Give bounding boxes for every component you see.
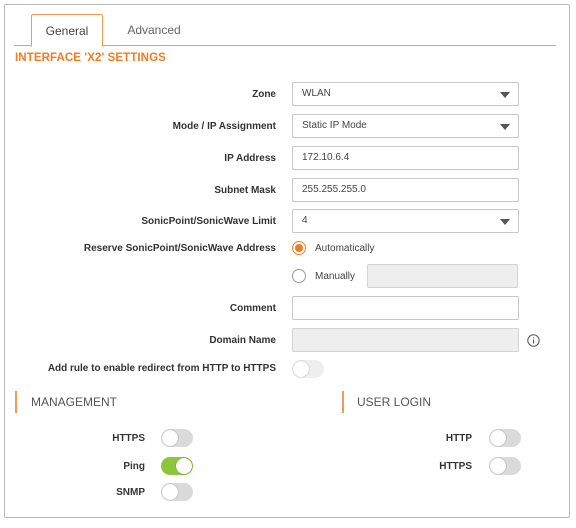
radio-manually-label: Manually: [315, 271, 356, 282]
info-icon[interactable]: [527, 334, 540, 347]
toggle-knob: [490, 458, 506, 474]
toggle-knob: [176, 458, 192, 474]
radio-automatically-label: Automatically: [315, 243, 375, 254]
zone-label: Zone: [252, 89, 276, 100]
limit-value: 4: [302, 215, 308, 226]
user-login-title: USER LOGIN: [357, 395, 432, 409]
mode-label: Mode / IP Assignment: [172, 121, 276, 132]
zone-value: WLAN: [302, 88, 331, 99]
management-ping-label: Ping: [123, 461, 145, 472]
management-snmp-label: SNMP: [116, 487, 145, 498]
comment-label: Comment: [229, 303, 276, 314]
mode-select[interactable]: Static IP Mode: [292, 114, 519, 138]
limit-label: SonicPoint/SonicWave Limit: [141, 216, 276, 227]
subnet-label: Subnet Mask: [214, 185, 276, 196]
reserve-label: Reserve SonicPoint/SonicWave Address: [83, 243, 276, 254]
user-login-accent: [342, 391, 344, 413]
toggle-knob: [162, 484, 178, 500]
zone-select[interactable]: WLAN: [292, 82, 519, 106]
chevron-down-icon: [500, 92, 510, 98]
management-snmp-toggle[interactable]: [161, 483, 193, 501]
management-https-toggle[interactable]: [161, 429, 193, 447]
user-login-https-toggle[interactable]: [489, 457, 521, 475]
comment-field[interactable]: [292, 296, 519, 320]
management-accent: [15, 391, 17, 413]
user-login-http-toggle[interactable]: [489, 429, 521, 447]
redirect-toggle[interactable]: [292, 360, 324, 378]
chevron-down-icon: [500, 124, 510, 130]
tab-advanced[interactable]: Advanced: [111, 14, 197, 46]
user-login-http-label: HTTP: [445, 433, 472, 444]
toggle-knob: [293, 361, 309, 377]
section-title: INTERFACE 'X2' SETTINGS: [15, 52, 166, 64]
domain-label: Domain Name: [209, 335, 276, 346]
mode-value: Static IP Mode: [302, 120, 367, 131]
subnet-mask-field[interactable]: 255.255.255.0: [292, 178, 519, 202]
management-title: MANAGEMENT: [31, 395, 118, 409]
tab-general[interactable]: General: [31, 14, 103, 47]
domain-name-field[interactable]: [292, 328, 519, 352]
manual-address-field[interactable]: [367, 264, 518, 288]
management-https-label: HTTPS: [112, 433, 145, 444]
ip-address-field[interactable]: 172.10.6.4: [292, 146, 519, 170]
limit-select[interactable]: 4: [292, 209, 519, 233]
management-ping-toggle[interactable]: [161, 457, 193, 475]
user-login-https-label: HTTPS: [439, 461, 472, 472]
redirect-label: Add rule to enable redirect from HTTP to…: [47, 363, 276, 374]
ip-label: IP Address: [224, 153, 276, 164]
toggle-knob: [490, 430, 506, 446]
radio-automatically[interactable]: [292, 241, 306, 255]
radio-manually[interactable]: [292, 269, 306, 283]
chevron-down-icon: [500, 219, 510, 225]
toggle-knob: [162, 430, 178, 446]
